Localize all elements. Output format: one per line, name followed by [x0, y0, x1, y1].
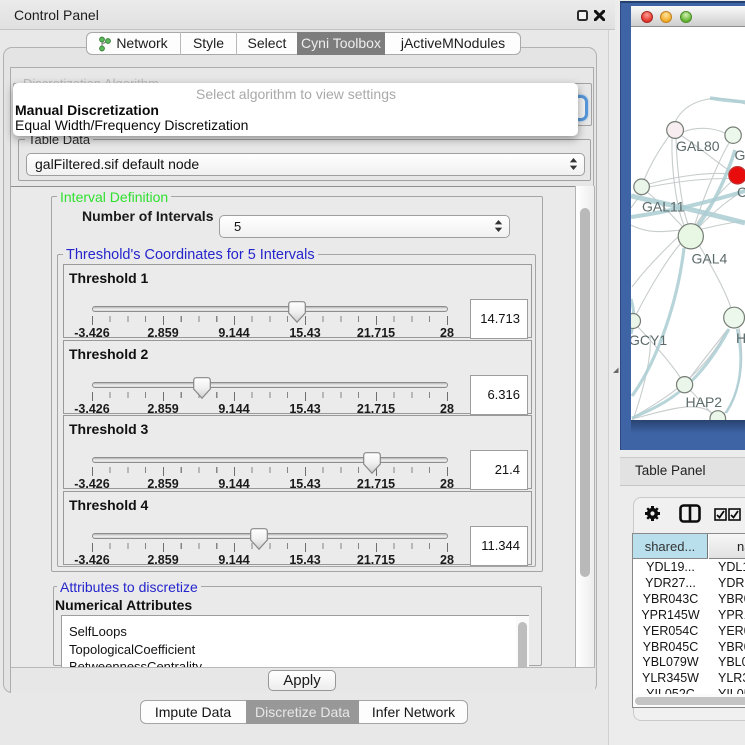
svg-text:GCY1: GCY1	[631, 332, 667, 348]
svg-text:HAP2: HAP2	[686, 394, 723, 410]
svg-text:GAL80: GAL80	[676, 138, 720, 154]
svg-text:C: C	[737, 184, 745, 200]
svg-text:GAL11: GAL11	[642, 199, 685, 215]
svg-text:GAL4: GAL4	[692, 251, 728, 267]
svg-text:GA: GA	[735, 147, 745, 163]
svg-text:H: H	[736, 330, 745, 346]
